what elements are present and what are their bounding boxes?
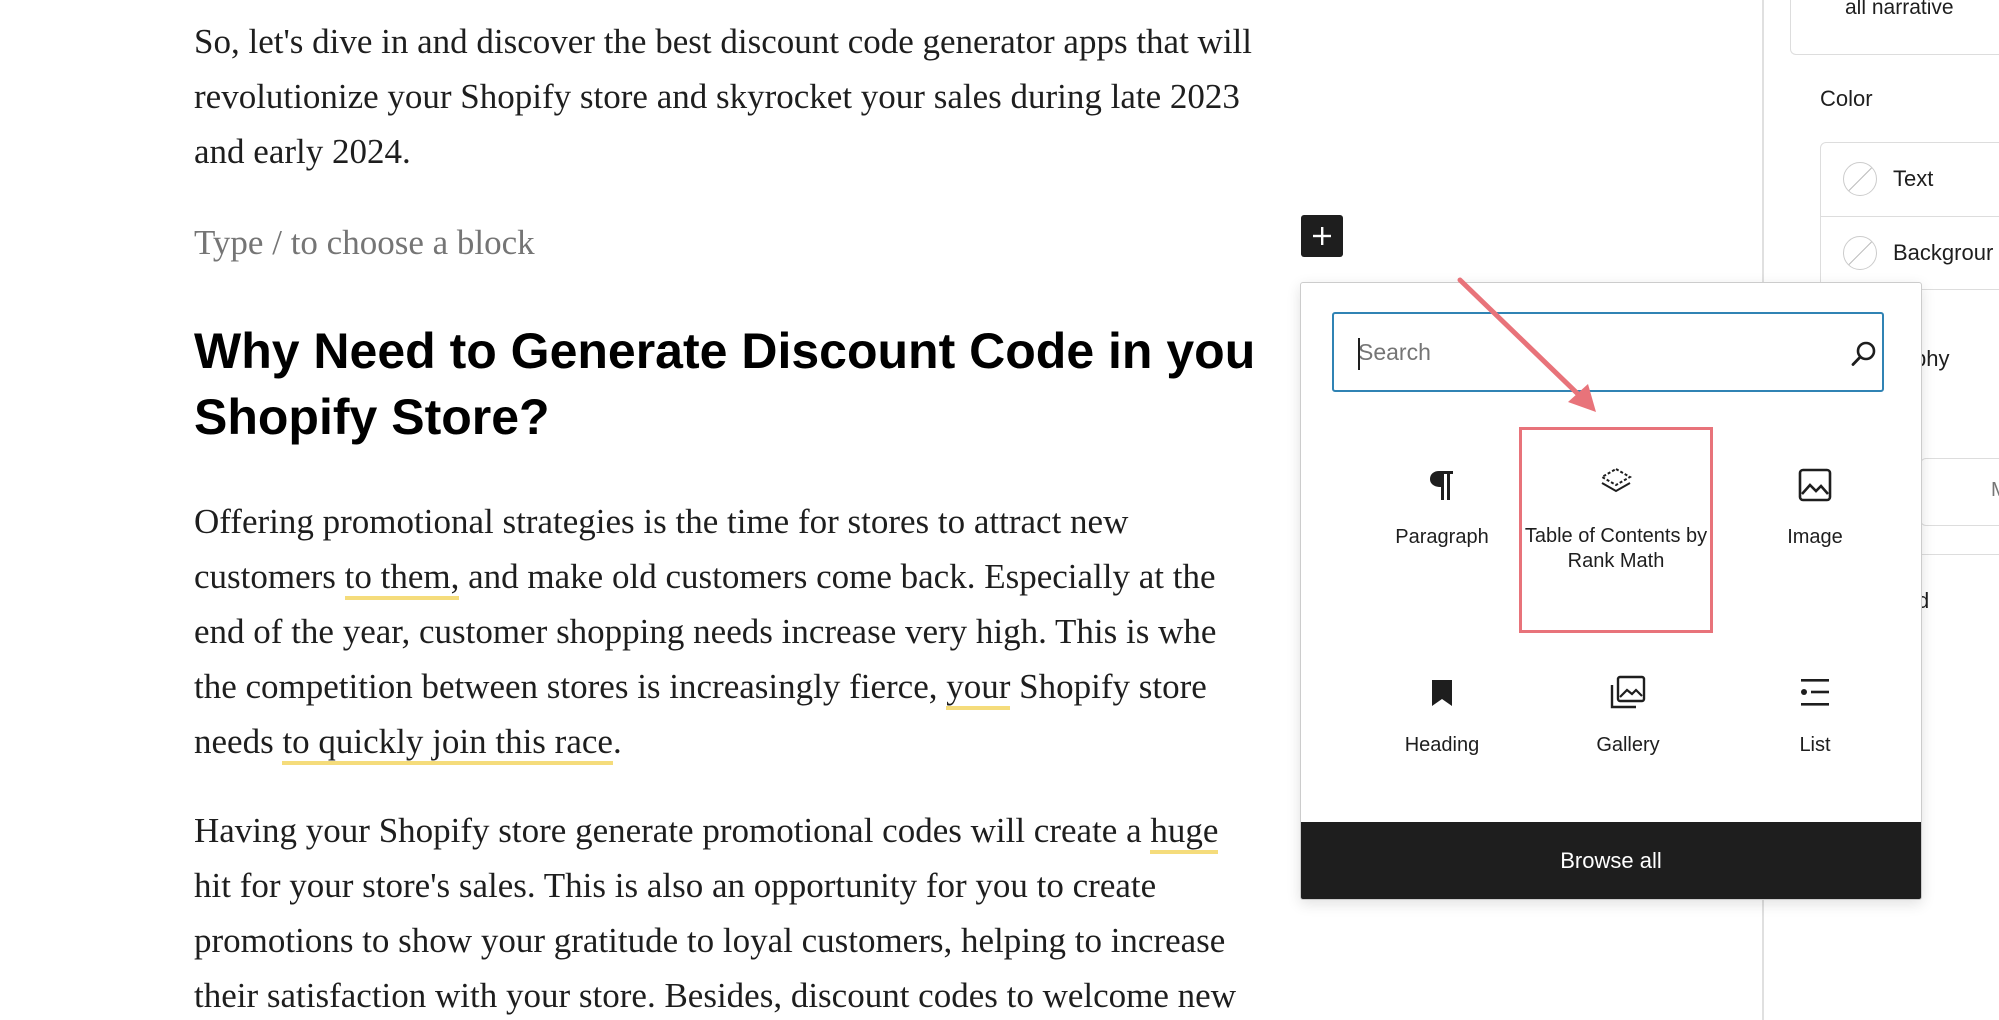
highlighted-text: huge: [1150, 811, 1219, 854]
block-placeholder[interactable]: Type / to choose a block: [194, 215, 535, 270]
text-run: and make old customers come back. Especi…: [459, 557, 1216, 596]
block-inserter-popover: Paragraph Table of Contents by Rank Math…: [1300, 282, 1922, 900]
text-run: Shopify store: [1010, 667, 1207, 706]
typography-control-label: M: [1991, 479, 1999, 502]
plus-icon: [1313, 227, 1331, 245]
paragraph-line: Offering promotional strategies is the t…: [194, 502, 1129, 541]
text-run: customers: [194, 557, 345, 596]
color-option-background[interactable]: Backgrour: [1821, 216, 1999, 289]
gallery-icon: [1608, 673, 1648, 713]
body-paragraph[interactable]: Offering promotional strategies is the t…: [194, 494, 1216, 769]
paragraph-line: customers to them, and make old customer…: [194, 549, 1216, 604]
heading-bookmark-icon: [1422, 673, 1462, 713]
block-label: Image: [1787, 526, 1843, 548]
highlighted-text: your: [946, 667, 1011, 710]
color-options: Text Backgrour: [1820, 142, 1999, 290]
list-icon: [1795, 673, 1835, 713]
browse-all-button[interactable]: Browse all: [1301, 822, 1921, 899]
intro-line: So, let's dive in and discover the best …: [194, 22, 1252, 61]
sidebar-top-panel: all narrative: [1790, 0, 1999, 55]
body-paragraph[interactable]: Having your Shopify store generate promo…: [194, 803, 1236, 1020]
block-label: Gallery: [1596, 734, 1660, 756]
color-option-label: Text: [1893, 166, 1934, 191]
paragraph-line: needs to quickly join this race.: [194, 714, 1216, 769]
highlighted-text: to quickly join this race: [282, 722, 613, 765]
block-label: Paragraph: [1395, 526, 1489, 548]
empty-swatch-icon: [1843, 236, 1877, 270]
block-heading[interactable]: Heading: [1349, 635, 1535, 835]
paragraph-line: the competition between stores is increa…: [194, 659, 1216, 714]
paragraph-line: promotions to show your gratitude to loy…: [194, 921, 1226, 960]
add-block-button[interactable]: [1301, 215, 1343, 257]
color-heading: Color: [1820, 86, 1873, 111]
text-run: Having your Shopify store generate promo…: [194, 811, 1151, 850]
block-grid: Paragraph Table of Contents by Rank Math…: [1301, 283, 1921, 899]
color-option-label: Backgrour: [1893, 240, 1994, 265]
block-label: Table of Contents by Rank Math: [1524, 525, 1708, 572]
paragraph-line: end of the year, customer shopping needs…: [194, 612, 1217, 651]
block-label: List: [1799, 734, 1831, 756]
text-run: the competition between stores is increa…: [194, 667, 947, 706]
block-table-of-contents[interactable]: Table of Contents by Rank Math: [1519, 427, 1713, 633]
paragraph-icon: [1422, 465, 1462, 505]
paragraph-line: their satisfaction with your store. Besi…: [194, 976, 1236, 1015]
text-run: .: [612, 722, 622, 761]
section-heading[interactable]: Why Need to Generate Discount Code in yo…: [194, 318, 1255, 450]
sidebar-top-text: all narrative: [1845, 0, 1954, 19]
paragraph-line: Having your Shopify store generate promo…: [194, 803, 1236, 858]
color-option-text[interactable]: Text: [1821, 143, 1999, 215]
block-list[interactable]: List: [1722, 635, 1908, 835]
table-of-contents-icon: [1596, 463, 1636, 503]
image-icon: [1795, 465, 1835, 505]
block-gallery[interactable]: Gallery: [1535, 635, 1721, 835]
paragraph-line: hit for your store's sales. This is also…: [194, 866, 1157, 905]
highlighted-text: to them,: [344, 557, 460, 600]
intro-line: revolutionize your Shopify store and sky…: [194, 77, 1240, 116]
block-paragraph[interactable]: Paragraph: [1349, 427, 1535, 627]
block-image[interactable]: Image: [1722, 427, 1908, 627]
heading-line: Why Need to Generate Discount Code in yo…: [194, 323, 1256, 379]
text-run: needs: [194, 722, 283, 761]
block-label: Heading: [1404, 734, 1480, 756]
divider: [1920, 554, 1999, 555]
typography-control[interactable]: M: [1920, 458, 1999, 526]
intro-line: and early 2024.: [194, 132, 411, 171]
heading-line: Shopify Store?: [194, 389, 550, 445]
empty-swatch-icon: [1843, 162, 1877, 196]
intro-paragraph[interactable]: So, let's dive in and discover the best …: [194, 14, 1252, 179]
